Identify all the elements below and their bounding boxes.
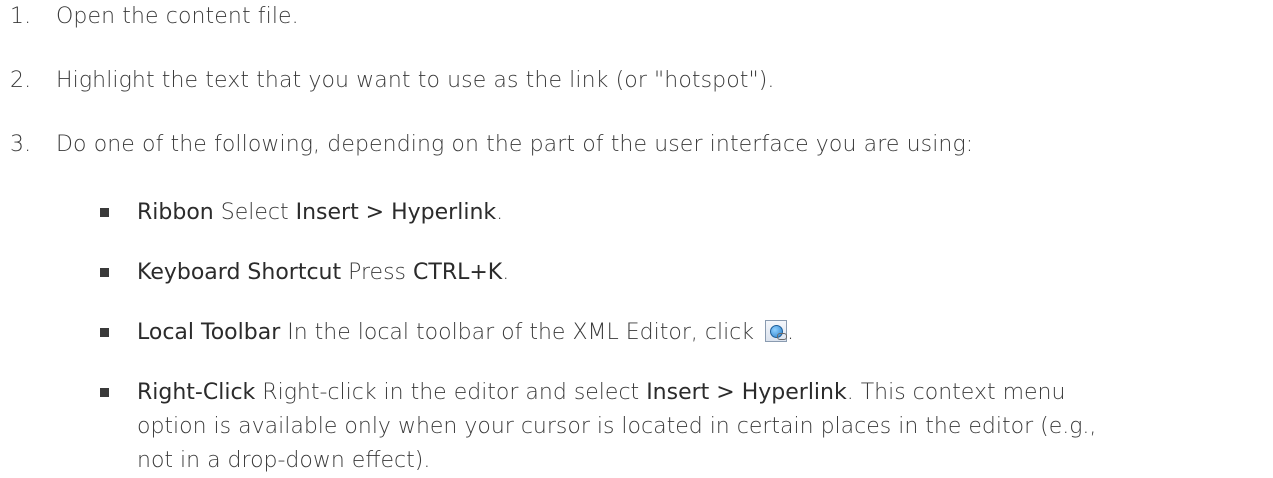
step-number: 2.: [10, 68, 32, 93]
option-body: In the local toolbar of the XML Editor, …: [280, 320, 762, 345]
step-text: Do one of the following, depending on th…: [56, 132, 974, 157]
option-text: Local Toolbar In the local toolbar of th…: [137, 316, 1260, 350]
menu-command: Insert > Hyperlink: [646, 380, 847, 405]
option-label: Ribbon: [137, 200, 214, 225]
chain-link-icon: [777, 333, 788, 340]
insert-hyperlink-icon: [765, 320, 788, 342]
option-local-toolbar: Local Toolbar In the local toolbar of th…: [100, 316, 1260, 350]
step-1: 1. Open the content file.: [0, 4, 299, 29]
bullet-icon: [100, 328, 109, 337]
step-number: 3.: [10, 132, 32, 157]
option-body-cont: . This context menu: [846, 380, 1066, 405]
option-text: Right-Click Right-click in the editor an…: [137, 376, 1260, 478]
step-text: Open the content file.: [56, 4, 299, 29]
option-text: Ribbon Select Insert > Hyperlink.: [137, 196, 1260, 230]
option-end: .: [787, 320, 795, 345]
option-end: .: [502, 260, 510, 285]
bullet-icon: [100, 388, 109, 397]
option-right-click: Right-Click Right-click in the editor an…: [100, 376, 1260, 478]
step-number: 1.: [10, 4, 32, 29]
option-keyboard-shortcut: Keyboard Shortcut Press CTRL+K.: [100, 256, 1260, 290]
option-body: Right-click in the editor and select: [255, 380, 647, 405]
instructions-page: 1. Open the content file. 2. Highlight the…: [0, 0, 1273, 473]
option-end: .: [496, 200, 504, 225]
bullet-icon: [100, 268, 109, 277]
step-3: 3. Do one of the following, depending on …: [0, 132, 973, 157]
option-body-line3: not in a drop-down effect).: [137, 448, 431, 473]
option-ribbon: Ribbon Select Insert > Hyperlink.: [100, 196, 1260, 230]
option-label: Local Toolbar: [137, 320, 281, 345]
option-body: Press: [341, 260, 414, 285]
shortcut-keys: CTRL+K: [413, 260, 503, 285]
option-text: Keyboard Shortcut Press CTRL+K.: [137, 256, 1260, 290]
step-2: 2. Highlight the text that you want to us…: [0, 68, 775, 93]
option-label: Right-Click: [137, 380, 256, 405]
option-label: Keyboard Shortcut: [137, 260, 342, 285]
bullet-icon: [100, 208, 109, 217]
menu-command: Insert > Hyperlink: [295, 200, 497, 225]
step-text: Highlight the text that you want to use …: [56, 68, 775, 93]
option-body-line2: option is available only when your curso…: [137, 414, 1097, 439]
option-body: Select: [213, 200, 296, 225]
